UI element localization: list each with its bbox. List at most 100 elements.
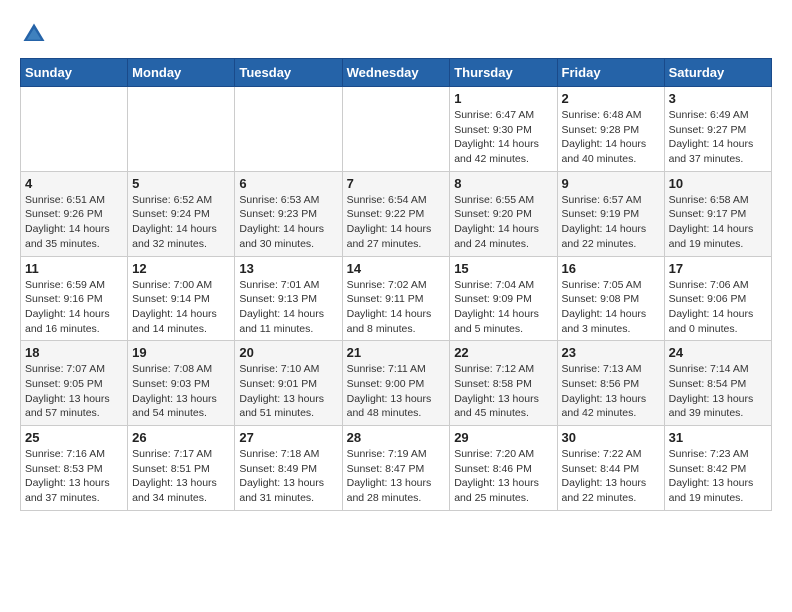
calendar-cell: 13 Sunrise: 7:01 AMSunset: 9:13 PMDayligh…: [235, 256, 342, 341]
calendar-cell: [128, 87, 235, 172]
calendar-cell: 31 Sunrise: 7:23 AMSunset: 8:42 PMDayligh…: [664, 426, 771, 511]
calendar-table: SundayMondayTuesdayWednesdayThursdayFrid…: [20, 58, 772, 511]
calendar-cell: 7 Sunrise: 6:54 AMSunset: 9:22 PMDaylight…: [342, 171, 450, 256]
day-number: 13: [239, 261, 337, 276]
calendar-week-1: 1 Sunrise: 6:47 AMSunset: 9:30 PMDaylight…: [21, 87, 772, 172]
day-number: 10: [669, 176, 767, 191]
day-number: 22: [454, 345, 552, 360]
day-info: Sunrise: 7:08 AMSunset: 9:03 PMDaylight:…: [132, 362, 230, 421]
calendar-cell: 3Sunrise: 6:49 AMSunset: 9:27 PMDaylight…: [664, 87, 771, 172]
calendar-cell: 26Sunrise: 7:17 AMSunset: 8:51 PMDayligh…: [128, 426, 235, 511]
calendar-cell: 16 Sunrise: 7:05 AMSunset: 9:08 PMDayligh…: [557, 256, 664, 341]
day-info: Sunrise: 6:54 AMSunset: 9:22 PMDaylight:…: [347, 193, 446, 252]
day-number: 27: [239, 430, 337, 445]
day-info: Sunrise: 7:16 AMSunset: 8:53 PMDaylight:…: [25, 447, 123, 506]
day-info: Sunrise: 7:20 AMSunset: 8:46 PMDaylight:…: [454, 447, 552, 506]
calendar-cell: 27 Sunrise: 7:18 AMSunset: 8:49 PMDayligh…: [235, 426, 342, 511]
day-info: Sunrise: 7:22 AMSunset: 8:44 PMDaylight:…: [562, 447, 660, 506]
weekday-header-tuesday: Tuesday: [235, 59, 342, 87]
logo-icon: [20, 20, 48, 48]
day-number: 31: [669, 430, 767, 445]
day-number: 1: [454, 91, 552, 106]
calendar-cell: 21Sunrise: 7:11 AMSunset: 9:00 PMDayligh…: [342, 341, 450, 426]
day-number: 23: [562, 345, 660, 360]
calendar-cell: 1 Sunrise: 6:47 AMSunset: 9:30 PMDaylight…: [450, 87, 557, 172]
day-info: Sunrise: 7:19 AMSunset: 8:47 PMDaylight:…: [347, 447, 446, 506]
day-info: Sunrise: 7:14 AMSunset: 8:54 PMDaylight:…: [669, 362, 767, 421]
weekday-header-saturday: Saturday: [664, 59, 771, 87]
day-info: Sunrise: 7:00 AMSunset: 9:14 PMDaylight:…: [132, 278, 230, 337]
weekday-header-sunday: Sunday: [21, 59, 128, 87]
calendar-week-3: 11 Sunrise: 6:59 AMSunset: 9:16 PMDayligh…: [21, 256, 772, 341]
weekday-header-wednesday: Wednesday: [342, 59, 450, 87]
day-number: 19: [132, 345, 230, 360]
day-number: 14: [347, 261, 446, 276]
day-info: Sunrise: 7:05 AMSunset: 9:08 PMDaylight:…: [562, 278, 660, 337]
day-info: Sunrise: 6:59 AMSunset: 9:16 PMDaylight:…: [25, 278, 123, 337]
logo: [20, 20, 52, 48]
calendar-cell: 28 Sunrise: 7:19 AMSunset: 8:47 PMDayligh…: [342, 426, 450, 511]
calendar-cell: 25 Sunrise: 7:16 AMSunset: 8:53 PMDayligh…: [21, 426, 128, 511]
day-number: 8: [454, 176, 552, 191]
calendar-cell: 18 Sunrise: 7:07 AMSunset: 9:05 PMDayligh…: [21, 341, 128, 426]
calendar-cell: 12Sunrise: 7:00 AMSunset: 9:14 PMDayligh…: [128, 256, 235, 341]
day-info: Sunrise: 6:53 AMSunset: 9:23 PMDaylight:…: [239, 193, 337, 252]
day-info: Sunrise: 7:13 AMSunset: 8:56 PMDaylight:…: [562, 362, 660, 421]
calendar-cell: 17 Sunrise: 7:06 AMSunset: 9:06 PMDayligh…: [664, 256, 771, 341]
day-number: 18: [25, 345, 123, 360]
calendar-cell: 2 Sunrise: 6:48 AMSunset: 9:28 PMDaylight…: [557, 87, 664, 172]
day-number: 6: [239, 176, 337, 191]
day-number: 25: [25, 430, 123, 445]
day-info: Sunrise: 6:52 AMSunset: 9:24 PMDaylight:…: [132, 193, 230, 252]
calendar-cell: 30 Sunrise: 7:22 AMSunset: 8:44 PMDayligh…: [557, 426, 664, 511]
calendar-cell: 24 Sunrise: 7:14 AMSunset: 8:54 PMDayligh…: [664, 341, 771, 426]
day-info: Sunrise: 7:12 AMSunset: 8:58 PMDaylight:…: [454, 362, 552, 421]
calendar-cell: 14Sunrise: 7:02 AMSunset: 9:11 PMDayligh…: [342, 256, 450, 341]
calendar-cell: 5 Sunrise: 6:52 AMSunset: 9:24 PMDaylight…: [128, 171, 235, 256]
page-header: [20, 20, 772, 48]
weekday-header-row: SundayMondayTuesdayWednesdayThursdayFrid…: [21, 59, 772, 87]
weekday-header-thursday: Thursday: [450, 59, 557, 87]
day-number: 7: [347, 176, 446, 191]
day-info: Sunrise: 6:48 AMSunset: 9:28 PMDaylight:…: [562, 108, 660, 167]
calendar-week-2: 4 Sunrise: 6:51 AMSunset: 9:26 PMDaylight…: [21, 171, 772, 256]
day-info: Sunrise: 6:47 AMSunset: 9:30 PMDaylight:…: [454, 108, 552, 167]
day-info: Sunrise: 6:57 AMSunset: 9:19 PMDaylight:…: [562, 193, 660, 252]
day-info: Sunrise: 7:04 AMSunset: 9:09 PMDaylight:…: [454, 278, 552, 337]
day-info: Sunrise: 7:01 AMSunset: 9:13 PMDaylight:…: [239, 278, 337, 337]
day-number: 29: [454, 430, 552, 445]
day-number: 24: [669, 345, 767, 360]
day-info: Sunrise: 7:10 AMSunset: 9:01 PMDaylight:…: [239, 362, 337, 421]
calendar-cell: 20Sunrise: 7:10 AMSunset: 9:01 PMDayligh…: [235, 341, 342, 426]
calendar-cell: 19 Sunrise: 7:08 AMSunset: 9:03 PMDayligh…: [128, 341, 235, 426]
day-number: 28: [347, 430, 446, 445]
calendar-body: 1 Sunrise: 6:47 AMSunset: 9:30 PMDaylight…: [21, 87, 772, 511]
day-number: 4: [25, 176, 123, 191]
day-number: 26: [132, 430, 230, 445]
day-number: 11: [25, 261, 123, 276]
calendar-cell: 29 Sunrise: 7:20 AMSunset: 8:46 PMDayligh…: [450, 426, 557, 511]
day-number: 17: [669, 261, 767, 276]
day-number: 5: [132, 176, 230, 191]
weekday-header-friday: Friday: [557, 59, 664, 87]
day-info: Sunrise: 7:06 AMSunset: 9:06 PMDaylight:…: [669, 278, 767, 337]
calendar-cell: [21, 87, 128, 172]
day-info: Sunrise: 6:55 AMSunset: 9:20 PMDaylight:…: [454, 193, 552, 252]
calendar-week-4: 18 Sunrise: 7:07 AMSunset: 9:05 PMDayligh…: [21, 341, 772, 426]
day-info: Sunrise: 7:07 AMSunset: 9:05 PMDaylight:…: [25, 362, 123, 421]
calendar-cell: 23 Sunrise: 7:13 AMSunset: 8:56 PMDayligh…: [557, 341, 664, 426]
day-number: 16: [562, 261, 660, 276]
day-info: Sunrise: 6:58 AMSunset: 9:17 PMDaylight:…: [669, 193, 767, 252]
day-number: 9: [562, 176, 660, 191]
day-info: Sunrise: 7:18 AMSunset: 8:49 PMDaylight:…: [239, 447, 337, 506]
calendar-cell: [342, 87, 450, 172]
day-number: 15: [454, 261, 552, 276]
calendar-cell: 8 Sunrise: 6:55 AMSunset: 9:20 PMDaylight…: [450, 171, 557, 256]
day-info: Sunrise: 7:11 AMSunset: 9:00 PMDaylight:…: [347, 362, 446, 421]
day-number: 2: [562, 91, 660, 106]
calendar-cell: 15 Sunrise: 7:04 AMSunset: 9:09 PMDayligh…: [450, 256, 557, 341]
calendar-week-5: 25 Sunrise: 7:16 AMSunset: 8:53 PMDayligh…: [21, 426, 772, 511]
day-info: Sunrise: 7:23 AMSunset: 8:42 PMDaylight:…: [669, 447, 767, 506]
day-number: 30: [562, 430, 660, 445]
day-info: Sunrise: 6:51 AMSunset: 9:26 PMDaylight:…: [25, 193, 123, 252]
